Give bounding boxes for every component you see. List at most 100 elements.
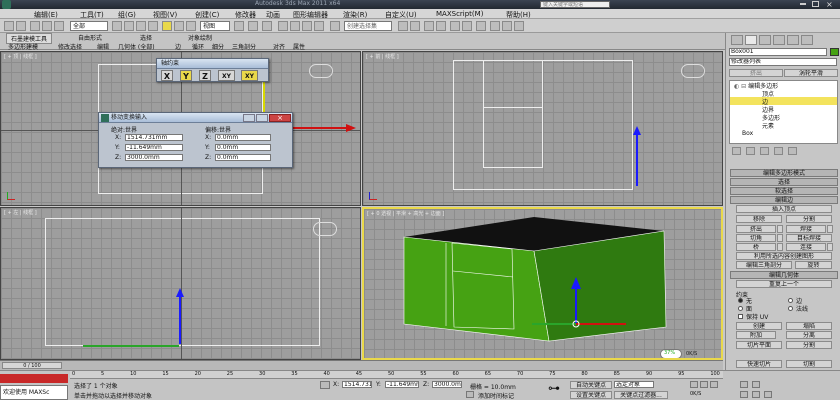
layer-manager-icon[interactable]	[424, 21, 434, 31]
snap-toggle-icon[interactable]	[278, 21, 288, 31]
split-button[interactable]: 分割	[786, 341, 832, 349]
goto-start-icon[interactable]	[690, 381, 698, 388]
remove-modifier-icon[interactable]	[774, 147, 783, 155]
insert-vertex-button[interactable]: 插入顶点	[736, 205, 832, 213]
cut-button[interactable]: 切割	[786, 360, 832, 368]
constraint-normal-radio[interactable]	[788, 306, 793, 311]
pivot-center-icon[interactable]	[234, 21, 244, 31]
subtab-poly-modeling[interactable]: 多边形建模	[8, 42, 38, 51]
rollout-soft-selection[interactable]: 软选择	[730, 187, 838, 195]
key-filters-button[interactable]: 关键点过滤器...	[614, 391, 668, 399]
gizmo-z-arrow-icon[interactable]	[633, 126, 641, 135]
viewcube-icon[interactable]	[309, 64, 333, 78]
subtab-edges[interactable]: 边	[175, 42, 181, 51]
auto-key-button[interactable]: 自动关键点	[570, 381, 612, 389]
unlink-icon[interactable]	[42, 21, 52, 31]
pin-stack-icon[interactable]	[732, 147, 741, 155]
maximize-viewport-icon[interactable]	[764, 391, 772, 398]
link-icon[interactable]	[30, 21, 40, 31]
bridge-settings-icon[interactable]	[777, 243, 783, 251]
angle-snap-icon[interactable]	[290, 21, 300, 31]
slice-plane-button[interactable]: 切片平面	[736, 341, 782, 349]
connect-settings-icon[interactable]	[827, 243, 833, 251]
rollout-edit-geometry[interactable]: 编辑几何体	[730, 271, 838, 279]
render-setup-icon[interactable]	[490, 21, 500, 31]
render-production-icon[interactable]	[514, 21, 524, 31]
curve-editor-icon[interactable]	[450, 21, 460, 31]
constraint-edge-radio[interactable]	[788, 298, 793, 303]
object-name-field[interactable]: Box001	[729, 48, 827, 56]
time-slider[interactable]: 0 / 100	[0, 360, 723, 370]
select-by-name-icon[interactable]	[124, 21, 134, 31]
subtab-modify-selection[interactable]: 修改选择	[58, 42, 82, 51]
turn-button[interactable]: 旋转	[795, 261, 832, 269]
add-time-tag[interactable]: 添加时间标记	[478, 391, 514, 400]
move-transform-dialog[interactable]: 移动变换输入 × 绝对:世界 X: 1514.731mm Y: -11.649m…	[98, 112, 293, 168]
selection-lock-icon[interactable]	[320, 381, 330, 389]
off-z-field[interactable]: 0.0mm	[215, 154, 271, 161]
extrude-quick-button[interactable]: 挤出	[729, 69, 783, 77]
connect-button[interactable]: 连接	[786, 243, 826, 251]
reference-coord-dropdown[interactable]: 视图	[200, 21, 230, 31]
create-button[interactable]: 创建	[736, 322, 782, 330]
window-crossing-icon[interactable]	[148, 21, 158, 31]
time-slider-thumb[interactable]: 0 / 100	[2, 362, 62, 369]
spinner-snap-icon[interactable]	[314, 21, 324, 31]
y-coord-field[interactable]: -11.649mm	[385, 381, 419, 388]
select-object-icon[interactable]	[112, 21, 122, 31]
redo-icon[interactable]	[16, 21, 26, 31]
hierarchy-tab-icon[interactable]	[759, 35, 771, 45]
key-mode-icon[interactable]: ⊶	[548, 381, 564, 397]
constrain-y-button[interactable]: Y	[180, 70, 192, 81]
display-tab-icon[interactable]	[787, 35, 799, 45]
selection-filter-dropdown[interactable]: 全部	[70, 21, 108, 31]
viewcube-icon[interactable]	[313, 222, 337, 236]
subtab-geometry-all[interactable]: 几何体 (全部)	[118, 42, 155, 51]
constrain-xy-button[interactable]: XY	[218, 70, 235, 81]
modifier-list-dropdown[interactable]: 修改器列表	[729, 58, 837, 66]
create-shape-button[interactable]: 利用所选内容创建图形	[736, 252, 832, 260]
subtab-edit[interactable]: 编辑	[97, 42, 109, 51]
subtab-loops[interactable]: 循环	[192, 42, 204, 51]
mirror-icon[interactable]	[398, 21, 408, 31]
material-editor-icon[interactable]	[476, 21, 486, 31]
ribbon-tab-object-paint[interactable]: 对象绘制	[188, 33, 212, 42]
chamfer-settings-icon[interactable]	[777, 234, 783, 242]
zoom-icon[interactable]	[740, 381, 748, 388]
make-unique-icon[interactable]	[760, 147, 769, 155]
bind-space-warp-icon[interactable]	[54, 21, 64, 31]
keyboard-shortcut-icon[interactable]	[262, 21, 272, 31]
extrude-settings-icon[interactable]	[777, 225, 783, 233]
subtab-properties[interactable]: 属性	[293, 42, 305, 51]
subtab-align[interactable]: 对齐	[273, 42, 285, 51]
select-move-icon[interactable]	[162, 21, 172, 31]
off-x-field[interactable]: 0.0mm	[215, 134, 271, 141]
stack-box[interactable]: Box	[742, 130, 753, 137]
object-color-swatch[interactable]	[830, 48, 839, 56]
modify-tab-icon[interactable]	[745, 35, 757, 45]
viewport-left[interactable]: [ + 左 | 线框 ]	[0, 207, 361, 360]
goto-end-icon[interactable]	[710, 381, 718, 388]
green-box-mesh[interactable]	[364, 209, 721, 358]
collapse-button[interactable]: 塌陷	[786, 322, 832, 330]
viewport-perspective[interactable]: [ + 0 透视 | 平滑 + 高光 + 边面 ] 0K/S 37%	[362, 207, 723, 360]
repeat-last-button[interactable]: 重复上一个	[736, 280, 832, 288]
subtab-triangulation[interactable]: 三角剖分	[232, 42, 256, 51]
weld-settings-icon[interactable]	[827, 225, 833, 233]
show-end-result-icon[interactable]	[746, 147, 755, 155]
rectangular-selection-icon[interactable]	[136, 21, 146, 31]
gizmo-x-arrow-icon[interactable]	[346, 124, 356, 132]
maximize-icon[interactable]	[812, 1, 819, 7]
minimize-icon[interactable]	[800, 3, 806, 5]
set-key-button[interactable]: 设置关键点	[570, 391, 612, 399]
pan-icon[interactable]	[740, 391, 748, 398]
axis-constraints-title[interactable]: 轴约束	[157, 59, 268, 69]
utilities-tab-icon[interactable]	[801, 35, 813, 45]
gizmo-z-axis[interactable]	[179, 296, 181, 344]
target-weld-button[interactable]: 目标焊接	[786, 234, 832, 242]
viewport-label[interactable]: [ + 左 | 线框 ]	[4, 209, 37, 216]
rendered-frame-icon[interactable]	[502, 21, 512, 31]
close-icon[interactable]: ×	[826, 0, 833, 9]
off-y-field[interactable]: 0.0mm	[215, 144, 271, 151]
edit-named-selection-icon[interactable]	[330, 21, 340, 31]
